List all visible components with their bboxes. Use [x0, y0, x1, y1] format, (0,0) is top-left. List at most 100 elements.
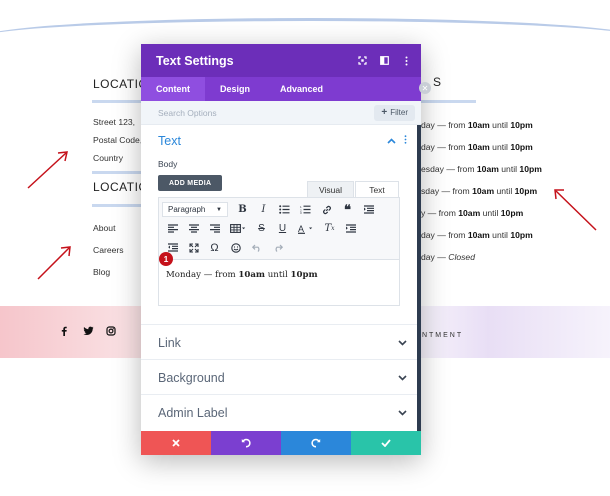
more-icon[interactable]	[395, 44, 417, 77]
search-bar: Search Options + Filter	[141, 101, 421, 125]
annotation-badge: 1	[159, 252, 173, 266]
annotation-arrow	[37, 246, 71, 280]
sidebar-icon[interactable]	[373, 44, 395, 77]
tab-design[interactable]: Design	[205, 77, 265, 101]
align-left-icon[interactable]	[162, 219, 183, 238]
undo-button[interactable]	[211, 431, 281, 455]
link-icon[interactable]	[316, 200, 337, 219]
tab-advanced[interactable]: Advanced	[265, 77, 338, 101]
chevron-down-icon[interactable]	[398, 408, 407, 418]
modal-scrollbar[interactable]	[417, 125, 421, 431]
section-title-link: Link	[158, 335, 181, 350]
blockquote-icon[interactable]: ❝	[337, 200, 358, 219]
redo-button[interactable]	[281, 431, 351, 455]
save-button[interactable]	[351, 431, 421, 455]
format-select[interactable]: Paragraph ▼	[162, 202, 228, 217]
plus-icon: +	[381, 107, 388, 118]
numbered-list-icon[interactable]: 123	[295, 200, 316, 219]
chevron-down-icon[interactable]	[398, 373, 407, 383]
section-admin-label[interactable]: Admin Label	[141, 394, 417, 429]
hours-heading-fragment: S	[433, 75, 442, 89]
italic-icon[interactable]: I	[253, 200, 274, 219]
footer-nav-link-careers[interactable]: Careers	[93, 245, 124, 255]
undo-icon[interactable]	[246, 238, 267, 257]
heading-rule	[92, 100, 142, 103]
section-title-background: Background	[158, 370, 225, 385]
section-text-header[interactable]: Text	[141, 125, 417, 157]
chevron-down-icon[interactable]	[398, 338, 407, 348]
appointment-link[interactable]: INTMENT	[418, 332, 463, 339]
modal-footer	[141, 431, 421, 455]
svg-text:3: 3	[300, 211, 302, 214]
toolbar-row: Ω	[162, 238, 396, 257]
check-icon	[381, 439, 391, 447]
close-icon	[172, 439, 180, 447]
text-settings-modal: Text Settings Content Design Advanced Se…	[141, 44, 421, 455]
bullet-list-icon[interactable]	[274, 200, 295, 219]
modal-header: Text Settings	[141, 44, 421, 77]
page: LOCATIO S Street 123, Postal Code, Count…	[0, 0, 610, 496]
align-center-icon[interactable]	[183, 219, 204, 238]
hours-row: day — from 10am until 10pm	[421, 120, 533, 130]
toolbar-row: S U A Tx	[162, 219, 396, 238]
clear-formatting-icon[interactable]: Tx	[319, 219, 340, 238]
tab-content[interactable]: Content	[141, 77, 205, 101]
hours-row-closed: day — Closed	[421, 252, 475, 262]
chevron-down-icon: ▼	[216, 206, 222, 213]
table-icon[interactable]	[225, 219, 251, 238]
modal-body: Text Body ADD MEDIA Visual Text Paragrap…	[141, 125, 417, 431]
editor-tab-visual[interactable]: Visual	[307, 181, 354, 197]
modal-tabs: Content Design Advanced	[141, 77, 421, 101]
footer-nav-link-about[interactable]: About	[93, 223, 115, 233]
hours-row: day — from 10am until 10pm	[421, 142, 533, 152]
section-title-admin-label: Admin Label	[158, 405, 228, 420]
add-media-button[interactable]: ADD MEDIA	[158, 175, 223, 191]
location-heading-2: LOCATIO	[93, 180, 149, 194]
toolbar-row: Paragraph ▼ B I 123 ❝	[162, 200, 396, 219]
special-character-icon[interactable]: Ω	[204, 238, 225, 257]
svg-text:A: A	[298, 224, 304, 234]
editor-content-area[interactable]: Monday — from 10am until 10pm	[158, 260, 400, 306]
section-title-text: Text	[158, 134, 181, 148]
hours-row: y — from 10am until 10pm	[421, 208, 524, 218]
text-color-icon[interactable]: A	[293, 219, 319, 238]
address-line: Street 123,	[93, 117, 136, 127]
footer-nav-link-blog[interactable]: Blog	[93, 267, 110, 277]
underline-icon[interactable]: U	[272, 219, 293, 238]
heading-rule-2	[92, 204, 142, 207]
annotation-arrow	[554, 189, 597, 231]
section-background[interactable]: Background	[141, 359, 417, 394]
hours-heading-rule	[421, 100, 476, 103]
strikethrough-icon[interactable]: S	[251, 219, 272, 238]
hours-row: day — from 10am until 10pm	[421, 230, 533, 240]
expand-icon[interactable]	[351, 44, 373, 77]
location-heading: LOCATIO	[93, 77, 149, 91]
facebook-icon[interactable]	[60, 326, 68, 336]
editor-toolbar: Paragraph ▼ B I 123 ❝ S U A T x Ω	[158, 197, 400, 260]
annotation-arrow	[27, 151, 68, 189]
section-more-icon[interactable]	[404, 135, 407, 147]
address-line: Postal Code,	[93, 135, 143, 145]
modal-title: Text Settings	[156, 53, 234, 68]
justify-icon[interactable]	[358, 200, 379, 219]
filter-label: Filter	[390, 108, 408, 117]
twitter-icon[interactable]	[83, 326, 94, 336]
bold-icon[interactable]: B	[232, 200, 253, 219]
fullscreen-icon[interactable]	[183, 238, 204, 257]
body-label: Body	[158, 159, 178, 169]
indent-icon[interactable]	[340, 219, 361, 238]
editor-tab-text[interactable]: Text	[355, 181, 399, 197]
instagram-icon[interactable]	[106, 326, 116, 336]
section-link[interactable]: Link	[141, 324, 417, 359]
filter-button[interactable]: + Filter	[374, 104, 415, 121]
hours-row: sday — from 10am until 10pm	[421, 186, 538, 196]
chevron-up-icon[interactable]	[387, 136, 396, 146]
cancel-button[interactable]	[141, 431, 211, 455]
search-input[interactable]: Search Options	[158, 108, 374, 118]
undo-icon	[241, 438, 251, 448]
close-circle-icon[interactable]: ✕	[419, 82, 431, 94]
align-right-icon[interactable]	[204, 219, 225, 238]
redo-icon[interactable]	[267, 238, 288, 257]
emoji-icon[interactable]	[225, 238, 246, 257]
format-select-value: Paragraph	[168, 205, 206, 214]
